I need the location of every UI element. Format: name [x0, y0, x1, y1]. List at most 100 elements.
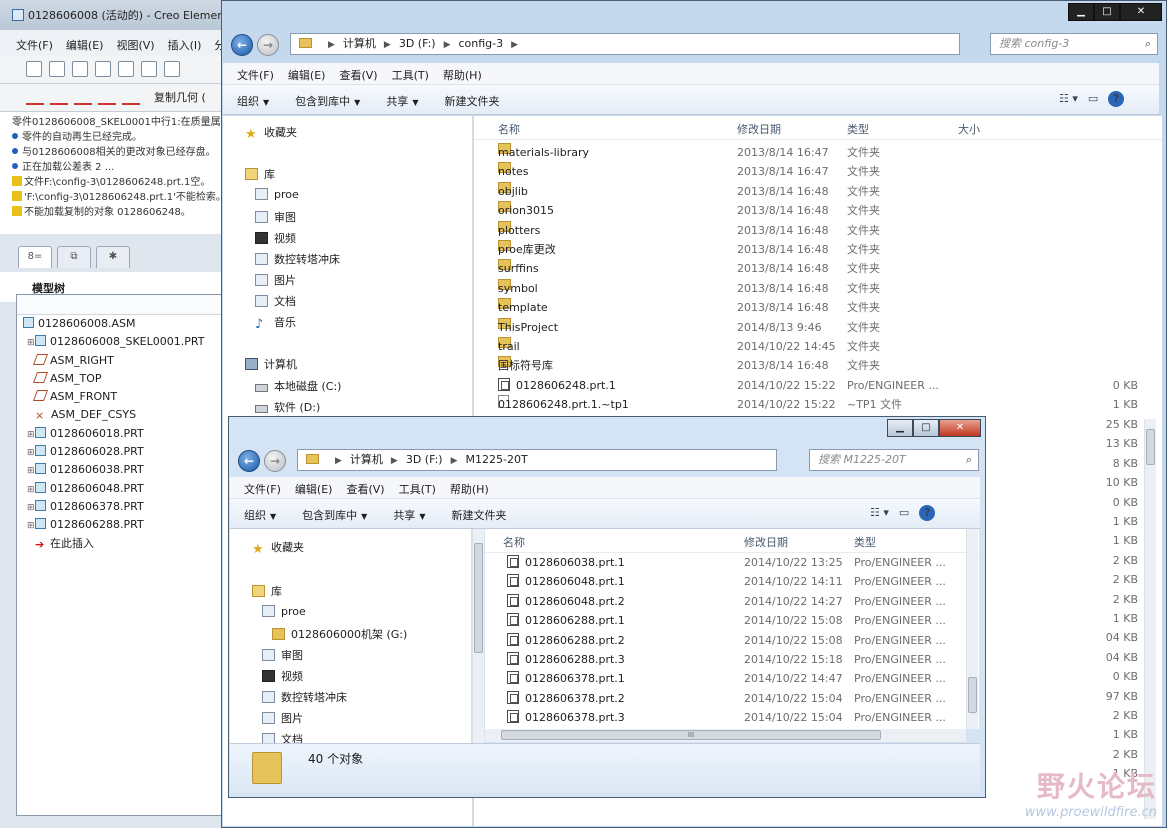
- explorer2-search-input[interactable]: 搜索 M1225-20T ⌕: [809, 449, 979, 471]
- nav-item[interactable]: 视频: [255, 230, 296, 246]
- close-icon[interactable]: ✕: [1120, 3, 1162, 21]
- scroll-thumb[interactable]: III: [501, 730, 881, 740]
- share-button[interactable]: 共享 ▼: [393, 509, 425, 522]
- view-options-icon[interactable]: ☷ ▾: [870, 506, 889, 519]
- menu-edit[interactable]: 编辑(E): [288, 69, 326, 82]
- forward-arrow-icon[interactable]: →: [264, 450, 286, 472]
- breadcrumb-folder[interactable]: config-3: [459, 37, 504, 50]
- maximize-icon[interactable]: □: [913, 419, 939, 437]
- datum-point-icon[interactable]: [74, 89, 92, 105]
- model-tree-node[interactable]: ⊞ 0128606288.PRT: [17, 516, 221, 534]
- column-name[interactable]: 名称: [503, 534, 525, 550]
- file-name[interactable]: 0128606288.prt.3: [507, 650, 625, 669]
- file-name[interactable]: 0128606378.prt.3: [507, 708, 625, 727]
- expand-toggle-icon[interactable]: ⊞: [27, 499, 35, 517]
- model-tree-node[interactable]: ⊞ 0128606048.PRT: [17, 480, 221, 498]
- nav-item[interactable]: proe: [262, 605, 306, 618]
- nav-item[interactable]: 视频: [262, 668, 303, 684]
- model-tree-node[interactable]: ⊞ 0128606018.PRT: [17, 425, 221, 443]
- explorer2-horizontal-scrollbar[interactable]: III: [485, 729, 966, 742]
- file-row[interactable]: 0128606288.prt.1 2014/10/22 15:08 Pro/ENGI…: [485, 611, 979, 630]
- sketch-icon[interactable]: [122, 89, 140, 105]
- nav-item[interactable]: 数控转塔冲床: [255, 251, 340, 267]
- datum-plane-icon[interactable]: [26, 89, 44, 105]
- folder-browser-tab-icon[interactable]: ⧉: [57, 246, 91, 268]
- explorer1-search-input[interactable]: 搜索 config-3 ⌕: [990, 33, 1158, 55]
- file-name[interactable]: 0128606378.prt.2: [507, 689, 625, 708]
- minimize-icon[interactable]: ▁: [1068, 3, 1094, 21]
- file-name[interactable]: 0128606378.prt.1: [507, 669, 625, 688]
- nav-item[interactable]: 文档: [255, 293, 296, 309]
- file-row[interactable]: notes 2013/8/14 16:47 文件夹: [474, 162, 1162, 181]
- search-icon[interactable]: ⌕: [1145, 34, 1151, 54]
- menu-edit[interactable]: 编辑(E): [295, 483, 333, 496]
- column-size[interactable]: 大小: [958, 121, 980, 137]
- column-date-modified[interactable]: 修改日期: [737, 121, 781, 137]
- expand-toggle-icon[interactable]: ⊞: [27, 481, 35, 499]
- datum-axis-icon[interactable]: [50, 89, 68, 105]
- open-folder-icon[interactable]: [49, 61, 65, 77]
- breadcrumb-computer[interactable]: 计算机: [343, 37, 376, 50]
- file-row[interactable]: 0128606248.prt.1.~tp1 2014/10/22 15:22 ~TP…: [474, 395, 1162, 414]
- file-row[interactable]: 0128606048.prt.1 2014/10/22 14:11 Pro/ENGI…: [485, 572, 979, 591]
- model-tree-node[interactable]: 0128606008.ASM: [17, 315, 221, 333]
- explorer2-address-bar[interactable]: ▶ 计算机 ▶ 3D (F:) ▶ M1225-20T: [297, 449, 777, 471]
- new-folder-button[interactable]: 新建文件夹: [451, 509, 506, 522]
- undo-icon[interactable]: [164, 61, 180, 77]
- nav-item[interactable]: 库: [252, 583, 282, 599]
- explorer2-file-scrollbar[interactable]: [966, 529, 978, 729]
- nav-item[interactable]: 本地磁盘 (C:): [255, 378, 341, 394]
- column-name[interactable]: 名称: [498, 121, 520, 137]
- nav-item[interactable]: ★ 收藏夹: [252, 539, 304, 556]
- organize-button[interactable]: 组织 ▼: [244, 509, 276, 522]
- include-in-library-button[interactable]: 包含到库中 ▼: [302, 509, 367, 522]
- nav-item[interactable]: proe: [255, 188, 299, 201]
- column-date-modified[interactable]: 修改日期: [744, 534, 788, 550]
- send-icon[interactable]: [141, 61, 157, 77]
- file-row[interactable]: 0128606378.prt.1 2014/10/22 14:47 Pro/ENGI…: [485, 669, 979, 688]
- nav-item[interactable]: 审图: [262, 647, 303, 663]
- file-name[interactable]: 0128606288.prt.2: [507, 631, 625, 650]
- nav-item[interactable]: 数控转塔冲床: [262, 689, 347, 705]
- expand-toggle-icon[interactable]: ⊞: [27, 426, 35, 444]
- breadcrumb-drive[interactable]: 3D (F:): [399, 37, 436, 50]
- nav-item[interactable]: 软件 (D:): [255, 399, 320, 415]
- breadcrumb-folder[interactable]: M1225-20T: [466, 453, 528, 466]
- menu-help[interactable]: 帮助(H): [450, 483, 489, 496]
- search-icon[interactable]: ⌕: [966, 450, 972, 470]
- breadcrumb-drive[interactable]: 3D (F:): [406, 453, 443, 466]
- menu-help[interactable]: 帮助(H): [443, 69, 482, 82]
- minimize-icon[interactable]: ▁: [887, 419, 913, 437]
- expand-toggle-icon[interactable]: ⊞: [27, 462, 35, 480]
- maximize-icon[interactable]: □: [1094, 3, 1120, 21]
- nav-item[interactable]: ★ 收藏夹: [245, 124, 297, 141]
- new-folder-button[interactable]: 新建文件夹: [444, 95, 499, 108]
- model-tree-node[interactable]: ➔ 在此插入: [17, 535, 221, 553]
- file-name[interactable]: 0128606288.prt.1: [507, 611, 625, 630]
- expand-toggle-icon[interactable]: ⊞: [27, 334, 35, 352]
- help-icon[interactable]: ?: [1108, 91, 1125, 107]
- file-row[interactable]: materials-library 2013/8/14 16:47 文件夹: [474, 143, 1162, 162]
- nav-item[interactable]: 审图: [255, 209, 296, 225]
- nav-item[interactable]: 图片: [255, 272, 296, 288]
- model-tree-node[interactable]: ⊞ 0128606038.PRT: [17, 461, 221, 479]
- file-row[interactable]: proe库更改 2013/8/14 16:48 文件夹: [474, 240, 1162, 259]
- print-icon[interactable]: [95, 61, 111, 77]
- back-arrow-icon[interactable]: ←: [238, 450, 260, 472]
- help-icon[interactable]: ?: [919, 505, 936, 521]
- file-name[interactable]: 0128606048.prt.2: [507, 592, 625, 611]
- creo-menu-file[interactable]: 文件(F): [16, 39, 53, 52]
- model-tree-node[interactable]: ⊞ 0128606378.PRT: [17, 498, 221, 516]
- nav-item[interactable]: 0128606000机架 (G:): [272, 626, 407, 642]
- breadcrumb-computer[interactable]: 计算机: [350, 453, 383, 466]
- file-row[interactable]: 0128606248.prt.1 2014/10/22 15:22 Pro/ENGI…: [474, 376, 1162, 395]
- menu-file[interactable]: 文件(F): [244, 483, 281, 496]
- expand-toggle-icon[interactable]: ⊞: [27, 444, 35, 462]
- file-row[interactable]: 0128606048.prt.2 2014/10/22 14:27 Pro/ENGI…: [485, 592, 979, 611]
- preview-pane-icon[interactable]: ▭: [1088, 92, 1098, 105]
- preview-pane-icon[interactable]: ▭: [899, 506, 909, 519]
- close-icon[interactable]: ✕: [939, 419, 981, 437]
- file-row[interactable]: objlib 2013/8/14 16:48 文件夹: [474, 181, 1162, 201]
- model-tree-node[interactable]: ASM_FRONT: [17, 388, 221, 406]
- include-in-library-button[interactable]: 包含到库中 ▼: [295, 95, 360, 108]
